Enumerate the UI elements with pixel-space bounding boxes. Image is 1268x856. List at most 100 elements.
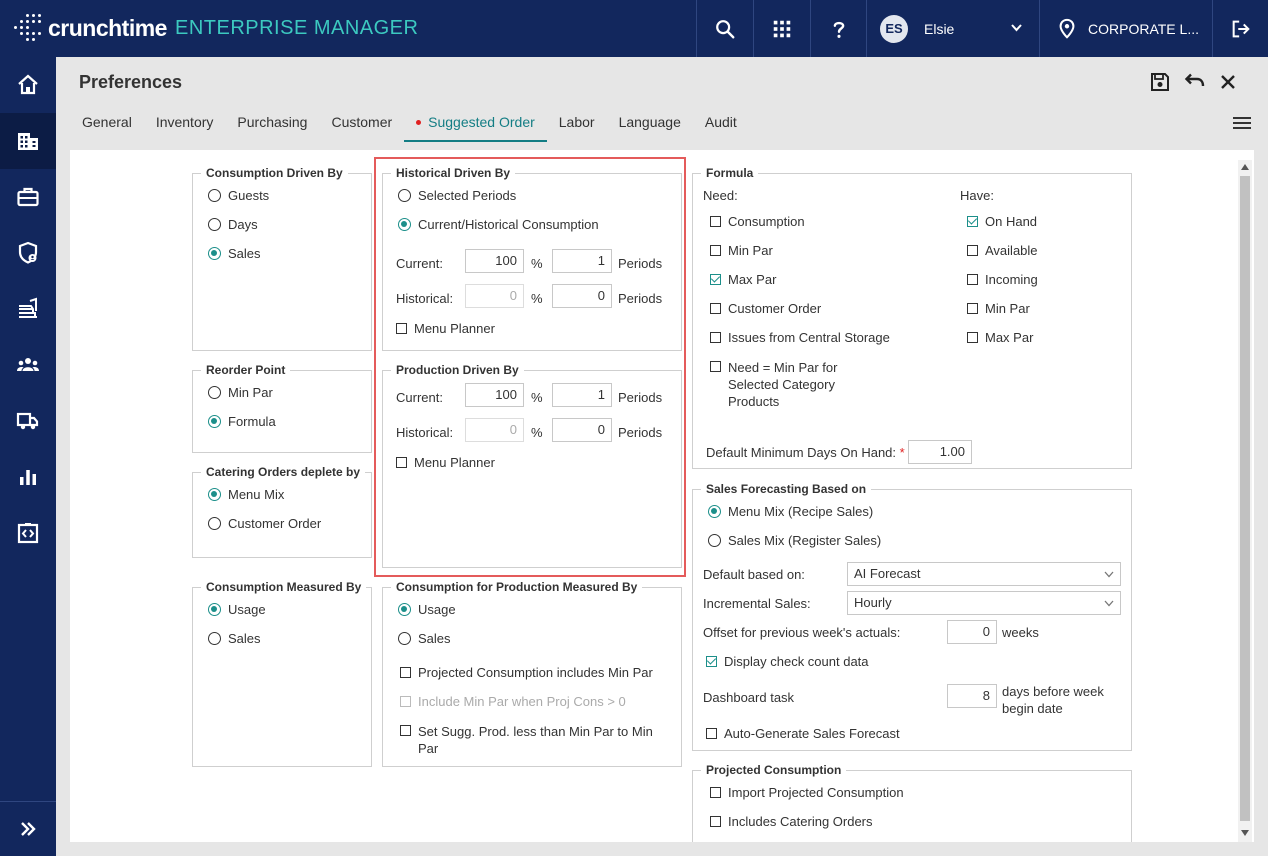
grid-icon (773, 20, 791, 37)
nav-inventory[interactable] (0, 281, 56, 337)
hamburger-menu-icon[interactable] (1231, 114, 1253, 132)
double-chevron-right-icon (21, 822, 36, 836)
incremental-sales-select[interactable]: Hourly (847, 591, 1121, 615)
checkbox-includes-catering[interactable]: Includes Catering Orders (710, 814, 873, 829)
radio-days[interactable]: Days (208, 217, 258, 232)
radio-menu-mix[interactable]: Menu Mix (208, 487, 284, 502)
radio-production-sales[interactable]: Sales (398, 631, 451, 646)
avatar: ES (880, 14, 908, 43)
checkbox-box (710, 361, 721, 372)
checkbox-have-available[interactable]: Available (967, 243, 1038, 258)
select-value: Hourly (854, 595, 892, 610)
checkbox-need-consumption[interactable]: Consumption (710, 214, 805, 229)
checkbox-auto-generate-forecast[interactable]: Auto-Generate Sales Forecast (706, 726, 900, 741)
checkbox-projected-includes-min-par[interactable]: Projected Consumption includes Min Par (400, 665, 653, 680)
tab-language[interactable]: Language (607, 104, 693, 142)
checkbox-need-issues-central[interactable]: Issues from Central Storage (710, 330, 890, 345)
preference-tabs: General Inventory Purchasing Customer Su… (70, 104, 749, 142)
chevron-down-icon (1104, 571, 1114, 578)
checkbox-box (706, 656, 717, 667)
checkbox-label: Projected Consumption includes Min Par (418, 665, 653, 680)
dashboard-task-input[interactable]: 8 (947, 684, 997, 708)
nav-home[interactable] (0, 57, 56, 113)
checkbox-need-min-par[interactable]: Min Par (710, 243, 773, 258)
option-label: Sales (418, 631, 451, 646)
search-button[interactable] (696, 0, 753, 57)
dashboard-task-unit: days before week begin date (1002, 684, 1104, 716)
offset-weeks-input[interactable]: 0 (947, 620, 997, 644)
checkbox-box (710, 816, 721, 827)
option-label: Guests (228, 188, 270, 203)
apps-button[interactable] (753, 0, 810, 57)
tab-general[interactable]: General (70, 104, 144, 142)
radio-sales-mix-register[interactable]: Sales Mix (Register Sales) (708, 533, 881, 548)
briefcase-icon (17, 187, 39, 207)
radio-circle (208, 386, 221, 399)
option-label: Menu Mix (228, 487, 285, 502)
radio-menu-mix-recipe[interactable]: Menu Mix (Recipe Sales) (708, 504, 873, 519)
tab-suggested-order[interactable]: Suggested Order (404, 104, 547, 142)
nav-operations[interactable] (0, 169, 56, 225)
checkbox-need-max-par[interactable]: Max Par (710, 272, 776, 287)
checkbox-display-check-count[interactable]: Display check count data (706, 654, 869, 669)
dashboard-task-label: Dashboard task (703, 690, 795, 705)
checkbox-need-customer-order[interactable]: Customer Order (710, 301, 821, 316)
checkbox-label: Incoming (985, 272, 1038, 287)
content-scrollbar[interactable] (1238, 160, 1252, 842)
radio-circle (398, 632, 411, 645)
undo-button[interactable] (1182, 70, 1206, 94)
checkbox-box (967, 245, 978, 256)
tab-inventory[interactable]: Inventory (144, 104, 226, 142)
tab-customer[interactable]: Customer (319, 104, 404, 142)
tab-audit[interactable]: Audit (693, 104, 749, 142)
default-min-days-input[interactable]: 1.00 (908, 440, 972, 464)
nav-integration[interactable] (0, 505, 56, 561)
close-button[interactable] (1216, 70, 1240, 94)
checkbox-have-incoming[interactable]: Incoming (967, 272, 1038, 287)
scroll-down-icon[interactable] (1241, 830, 1249, 836)
radio-production-usage[interactable]: Usage (398, 602, 456, 617)
nav-purchasing[interactable] (0, 393, 56, 449)
nav-reports[interactable] (0, 449, 56, 505)
location-selector[interactable]: CORPORATE L... (1039, 0, 1212, 57)
radio-usage[interactable]: Usage (208, 602, 266, 617)
required-mark: * (899, 445, 905, 460)
radio-formula[interactable]: Formula (208, 414, 276, 429)
scroll-thumb[interactable] (1240, 176, 1250, 821)
checkbox-have-on-hand[interactable]: On Hand (967, 214, 1037, 229)
help-button[interactable] (810, 0, 866, 57)
radio-sales[interactable]: Sales (208, 246, 261, 261)
option-label: Sales (228, 246, 261, 261)
expand-nav-button[interactable] (0, 801, 56, 856)
user-menu[interactable]: ES Elsie (866, 0, 1039, 57)
shield-icon (18, 241, 38, 264)
option-label: Days (228, 217, 258, 232)
nav-security[interactable] (0, 225, 56, 281)
option-label: Sales Mix (Register Sales) (728, 533, 882, 548)
checkbox-set-sugg-prod[interactable]: Set Sugg. Prod. less than Min Par to Min… (400, 723, 668, 757)
tab-labor[interactable]: Labor (547, 104, 607, 142)
nav-enterprise[interactable] (0, 113, 56, 169)
radio-guests[interactable]: Guests (208, 188, 269, 203)
checkbox-label: Consumption (728, 214, 805, 229)
nav-labor[interactable] (0, 337, 56, 393)
checkbox-need-min-par-category[interactable]: Need = Min Par for Selected Category Pro… (710, 359, 848, 410)
radio-circle (208, 517, 221, 530)
save-button[interactable] (1148, 70, 1172, 94)
user-name: Elsie (924, 20, 955, 37)
checkbox-have-min-par[interactable]: Min Par (967, 301, 1030, 316)
radio-customer-order[interactable]: Customer Order (208, 516, 321, 531)
checkbox-box (710, 245, 721, 256)
default-based-on-select[interactable]: AI Forecast (847, 562, 1121, 586)
checkbox-box (710, 274, 721, 285)
tab-purchasing[interactable]: Purchasing (225, 104, 319, 142)
logout-button[interactable] (1212, 0, 1268, 57)
crunchtime-logo[interactable]: crunchtime ENTERPRISE MANAGER (10, 8, 418, 48)
need-label: Need: (703, 188, 738, 203)
checkbox-have-max-par[interactable]: Max Par (967, 330, 1033, 345)
radio-min-par[interactable]: Min Par (208, 385, 273, 400)
group-legend: Reorder Point (201, 363, 291, 377)
scroll-up-icon[interactable] (1241, 164, 1249, 170)
checkbox-import-projected[interactable]: Import Projected Consumption (710, 785, 904, 800)
radio-sales-measured[interactable]: Sales (208, 631, 261, 646)
